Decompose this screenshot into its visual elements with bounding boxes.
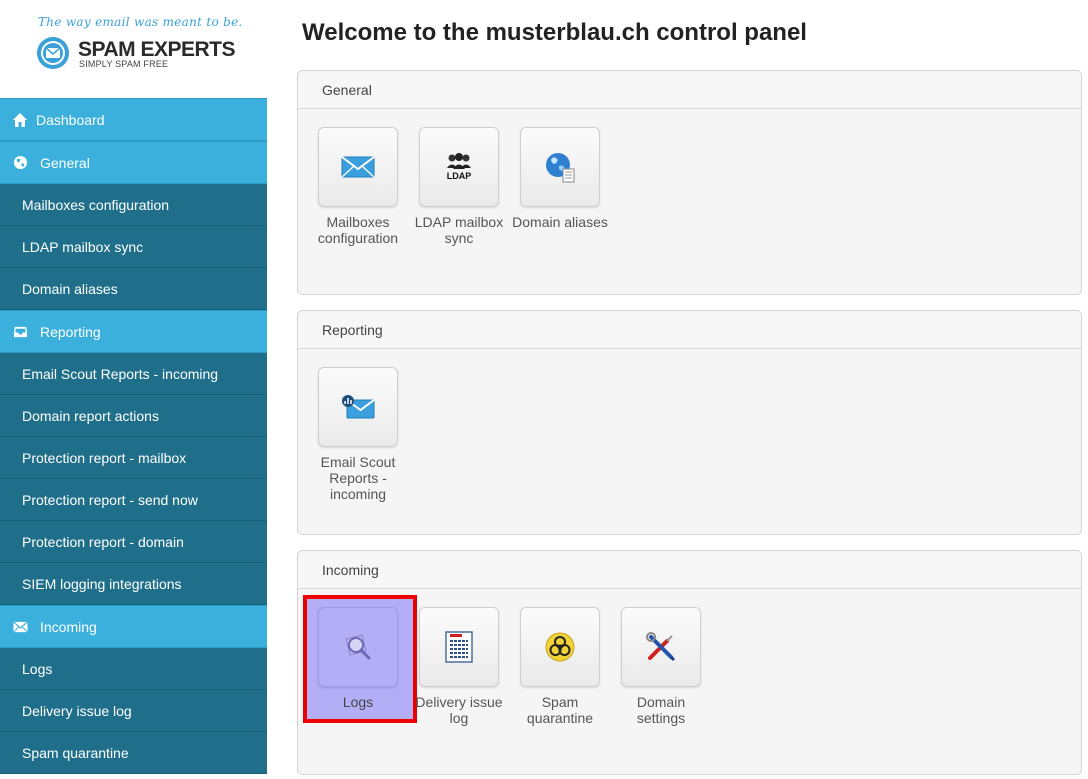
spam-experts-logo-icon [37,37,69,69]
panel-heading: Incoming [298,551,1081,589]
tile-label: Email Scout Reports - incoming [307,454,409,502]
tile-label-line: log [449,710,469,726]
page-title: Welcome to the musterblau.ch control pan… [302,19,807,46]
sidebar-item-label: SIEM logging integrations [22,575,182,592]
tile-button[interactable] [419,607,499,687]
tile-ldap-mailbox-sync[interactable]: LDAP LDAP mailbox sync [408,127,510,246]
sidebar-item-ldap-mailbox-sync[interactable]: LDAP mailbox sync [0,226,267,268]
tile-label: Domain settings [610,694,712,726]
sidebar-item-spam-quarantine[interactable]: Spam quarantine [0,732,267,774]
sidebar-section-label: General [40,154,90,171]
panel-incoming: Incoming Logs Delivery issue log Spam qu… [297,550,1082,775]
tile-button[interactable] [520,607,600,687]
tile-label: Mailboxes configuration [307,214,409,246]
sidebar-item-dashboard[interactable]: Dashboard [0,98,267,141]
sidebar-section-label: Reporting [40,323,101,340]
envelope-icon [12,619,28,635]
svg-text:LDAP: LDAP [447,171,472,181]
tile-label: LDAP mailbox sync [408,214,510,246]
sidebar-item-label: Dashboard [36,111,105,128]
panel-reporting: Reporting Email Scout Reports - incoming [297,310,1082,535]
sidebar-item-domain-report-actions[interactable]: Domain report actions [0,395,267,437]
tile-button[interactable] [520,127,600,207]
document-list-icon [445,631,473,663]
globe-icon [12,155,28,171]
tile-spam-quarantine[interactable]: Spam quarantine [509,607,611,726]
tile-mailboxes-configuration[interactable]: Mailboxes configuration [307,127,409,246]
sidebar-section-reporting[interactable]: Reporting [0,310,267,353]
main-content: Welcome to the musterblau.ch control pan… [267,0,1088,779]
sidebar-item-label: Domain aliases [22,280,118,297]
tile-label: Delivery issue log [408,694,510,726]
mail-report-icon [342,395,375,419]
tile-button[interactable]: LDAP [419,127,499,207]
tile-label-line: Delivery issue [415,694,503,710]
tile-label-line: settings [636,710,686,726]
sidebar-item-label: LDAP mailbox sync [22,238,144,255]
sidebar-section-label: Incoming [40,618,97,635]
sidebar: The way email was meant to be. SPAM EXPE… [0,0,267,779]
sidebar-item-domain-aliases[interactable]: Domain aliases [0,268,267,310]
tile-button[interactable] [318,607,398,687]
tile-label-line: Logs [342,694,374,710]
tile-label-line: Mailboxes [326,214,390,230]
sidebar-item-protection-report-send-now[interactable]: Protection report - send now [0,479,267,521]
sidebar-item-label: Domain report actions [22,407,159,424]
logo[interactable]: The way email was meant to be. SPAM EXPE… [0,0,267,98]
tile-label-line: configuration [317,230,399,246]
tile-label-line: Email Scout [320,454,396,470]
globe-doc-icon [546,153,575,183]
sidebar-item-label: Logs [22,660,53,677]
tile-label: Domain aliases [509,214,611,230]
tile-delivery-issue-log[interactable]: Delivery issue log [408,607,510,726]
ldap-icon: LDAP [447,153,472,181]
tile-label-line: Spam [541,694,579,710]
brand-tagline: The way email was meant to be. [38,15,243,29]
mail-icon [341,156,375,178]
sidebar-item-protection-report-domain[interactable]: Protection report - domain [0,521,267,563]
magnifier-icon [345,634,371,660]
tools-icon [646,632,676,662]
tile-label: Spam quarantine [509,694,611,726]
sidebar-item-label: Spam quarantine [22,744,129,761]
tile-label-line: quarantine [526,710,594,726]
sidebar-item-label: Protection report - domain [22,533,184,550]
brand-slogan: SIMPLY SPAM FREE [79,59,169,69]
tile-label: Logs [307,694,409,710]
tile-button[interactable] [318,367,398,447]
tile-label-line: incoming [329,486,387,502]
sidebar-section-incoming[interactable]: Incoming [0,605,267,648]
tile-button[interactable] [621,607,701,687]
sidebar-item-siem-logging-integrations[interactable]: SIEM logging integrations [0,563,267,605]
tile-domain-settings[interactable]: Domain settings [610,607,712,726]
sidebar-item-logs[interactable]: Logs [0,648,267,690]
sidebar-item-delivery-issue-log[interactable]: Delivery issue log [0,690,267,732]
inbox-icon [12,324,28,340]
tile-label-line: Domain [636,694,686,710]
tile-domain-aliases[interactable]: Domain aliases [509,127,611,230]
panel-heading: Reporting [298,311,1081,349]
sidebar-item-email-scout-reports-incoming[interactable]: Email Scout Reports - incoming [0,353,267,395]
sidebar-item-protection-report-mailbox[interactable]: Protection report - mailbox [0,437,267,479]
sidebar-item-mailboxes-configuration[interactable]: Mailboxes configuration [0,184,267,226]
home-icon [12,112,28,128]
tile-email-scout-reports-incoming[interactable]: Email Scout Reports - incoming [307,367,409,502]
panel-heading: General [298,71,1081,109]
sidebar-item-label: Protection report - send now [22,491,198,508]
panel-general: General Mailboxes configuration LDAP LDA… [297,70,1082,295]
biohazard-icon [545,632,575,662]
sidebar-section-general[interactable]: General [0,141,267,184]
sidebar-item-label: Protection report - mailbox [22,449,187,466]
tile-label-line: Reports - [329,470,387,486]
sidebar-item-label: Email Scout Reports - incoming [22,365,219,382]
tile-label-line: LDAP mailbox [414,214,504,230]
tile-button[interactable] [318,127,398,207]
sidebar-nav: Dashboard General Mailboxes configuratio… [0,98,267,774]
tile-label-line: Domain aliases [512,214,608,230]
sidebar-item-label: Mailboxes configuration [22,196,170,213]
tile-logs[interactable]: Logs [307,607,409,710]
sidebar-item-label: Delivery issue log [22,702,132,719]
tile-label-line: sync [444,230,474,246]
